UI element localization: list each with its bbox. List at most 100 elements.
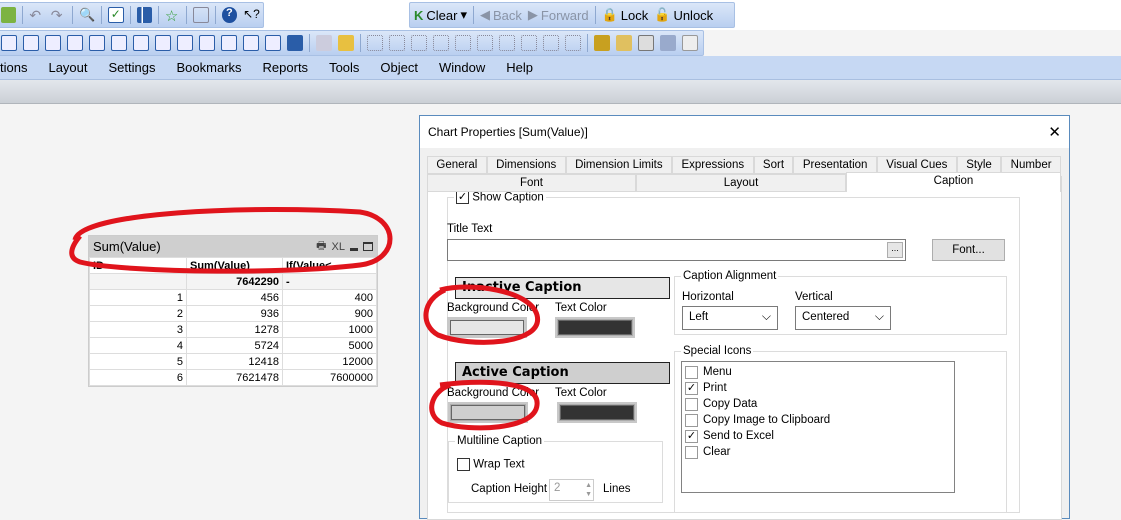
align-top-icon[interactable] [477, 35, 493, 51]
active-text-color-button[interactable] [557, 402, 637, 423]
reload-icon[interactable] [1, 7, 17, 23]
undo-icon[interactable]: ↶ [29, 7, 44, 23]
title-text-input[interactable]: ... [447, 239, 906, 261]
wrap-text-checkbox[interactable]: Wrap Text [457, 458, 525, 471]
space-vertical-icon[interactable] [499, 35, 515, 51]
horizontal-select[interactable]: Left [682, 306, 778, 330]
minimize-icon[interactable] [350, 248, 358, 251]
checkbox[interactable]: ✓ [456, 191, 469, 204]
tab-caption[interactable]: Caption [846, 172, 1061, 192]
special-icon-menu[interactable]: Menu [682, 364, 954, 380]
sheet-properties-icon[interactable] [616, 35, 632, 51]
button-object-icon[interactable] [111, 35, 127, 51]
special-icon-clear[interactable]: Clear [682, 444, 954, 460]
menu-reports[interactable]: Reports [263, 60, 309, 75]
menu-layout[interactable]: Layout [48, 60, 87, 75]
properties-icon[interactable] [594, 35, 610, 51]
align-center-icon[interactable] [389, 35, 405, 51]
align-left-icon[interactable] [367, 35, 383, 51]
statistics-box-icon[interactable] [23, 35, 39, 51]
forward-button[interactable]: ▶ Forward [528, 7, 589, 23]
tab-general[interactable]: General [427, 156, 487, 174]
tab-layout[interactable]: Layout [636, 174, 846, 192]
adjust-left-icon[interactable] [543, 35, 559, 51]
caption-height-stepper[interactable]: 2 ▲ ▼ [549, 479, 594, 501]
redo-icon[interactable]: ↷ [51, 7, 66, 23]
menu-tools[interactable]: Tools [329, 60, 359, 75]
edit-script-icon[interactable] [638, 35, 654, 51]
slider-icon[interactable] [177, 35, 193, 51]
print-icon[interactable]: 🖶 [316, 237, 326, 256]
tab-sort[interactable]: Sort [753, 156, 794, 174]
custom-object-icon[interactable] [265, 35, 281, 51]
menu-options[interactable]: tions [0, 60, 27, 75]
tab-dimension-limits[interactable]: Dimension Limits [565, 156, 673, 174]
cell: 456 [186, 289, 283, 306]
back-button[interactable]: ◀ Back [480, 7, 522, 23]
maximize-icon[interactable] [363, 242, 373, 251]
chart-properties-dialog: Chart Properties [Sum(Value)] ✕ General … [419, 115, 1070, 520]
bookmark-object-icon[interactable] [199, 35, 215, 51]
menu-window[interactable]: Window [439, 60, 485, 75]
chart-icon[interactable] [45, 35, 61, 51]
menu-bookmarks[interactable]: Bookmarks [177, 60, 242, 75]
table-viewer-icon[interactable] [660, 35, 676, 51]
clear-icon: K [414, 7, 424, 23]
listbox-icon[interactable] [1, 35, 17, 51]
align-middle-icon[interactable] [455, 35, 471, 51]
snap-icon[interactable] [338, 35, 354, 51]
context-help-icon[interactable]: ↖? [243, 7, 260, 23]
clear-button[interactable]: K Clear ▾ [414, 7, 467, 23]
object-caption[interactable]: Sum(Value) 🖶 XL [89, 236, 377, 257]
design-toolbar [0, 30, 704, 56]
total-cell: 7642290 [186, 273, 283, 290]
align-right-icon[interactable] [411, 35, 427, 51]
column-header[interactable]: If(Value<... [282, 257, 377, 274]
quick-chart-icon[interactable] [287, 35, 303, 51]
container-icon[interactable] [243, 35, 259, 51]
tab-font[interactable]: Font [427, 174, 636, 192]
special-icon-copy-image[interactable]: Copy Image to Clipboard [682, 412, 954, 428]
cell: 7621478 [186, 369, 283, 386]
special-icon-print[interactable]: ✓ Print [682, 380, 954, 396]
active-bg-color-button[interactable] [448, 402, 528, 423]
search-object-icon[interactable] [221, 35, 237, 51]
unlock-button[interactable]: 🔓 Unlock [654, 7, 713, 23]
line-arrow-icon[interactable] [155, 35, 171, 51]
star-icon[interactable]: ☆ [165, 7, 180, 25]
special-icons-list[interactable]: Menu ✓ Print Copy Data Copy Image to Clip… [681, 361, 955, 493]
special-icon-copy-data[interactable]: Copy Data [682, 396, 954, 412]
column-header[interactable]: ID [89, 257, 187, 274]
inactive-text-color-button[interactable] [555, 317, 635, 338]
check-icon[interactable]: ✓ [108, 7, 124, 23]
column-header[interactable]: Sum(Value) [186, 257, 283, 274]
ellipsis-button[interactable]: ... [887, 242, 903, 258]
menu-object[interactable]: Object [380, 60, 418, 75]
vertical-select[interactable]: Centered [795, 306, 891, 330]
spin-arrows-icon[interactable]: ▲ ▼ [585, 481, 592, 499]
adjust-top-icon[interactable] [565, 35, 581, 51]
inactive-bg-color-button[interactable] [447, 317, 527, 338]
lock-button[interactable]: 🔒 Lock [602, 7, 649, 23]
reload-document-icon[interactable] [682, 35, 698, 51]
close-icon[interactable]: ✕ [1048, 123, 1061, 141]
search-icon[interactable]: 🔍 [79, 7, 95, 23]
edit-icon[interactable] [193, 7, 209, 23]
current-selections-icon[interactable] [89, 35, 105, 51]
tab-expressions[interactable]: Expressions [672, 156, 754, 174]
align-bottom-icon[interactable] [433, 35, 449, 51]
space-horizontal-icon[interactable] [521, 35, 537, 51]
show-caption-checkbox[interactable]: ✓ Show Caption [454, 191, 546, 204]
menu-help[interactable]: Help [506, 60, 533, 75]
menu-settings[interactable]: Settings [109, 60, 156, 75]
help-icon[interactable]: ? [221, 7, 238, 23]
text-object-icon[interactable] [133, 35, 149, 51]
font-button[interactable]: Font... [932, 239, 1005, 261]
special-icon-send-to-excel[interactable]: ✓ Send to Excel [682, 428, 954, 444]
input-box-icon[interactable] [67, 35, 83, 51]
chart-wizard-icon[interactable] [136, 7, 152, 23]
format-painter-icon[interactable] [316, 35, 332, 51]
send-to-excel-icon[interactable]: XL [332, 241, 345, 253]
straight-table-object[interactable]: Sum(Value) 🖶 XL ID Sum(Value) If(Value<...… [88, 235, 378, 387]
tab-dimensions[interactable]: Dimensions [486, 156, 566, 174]
